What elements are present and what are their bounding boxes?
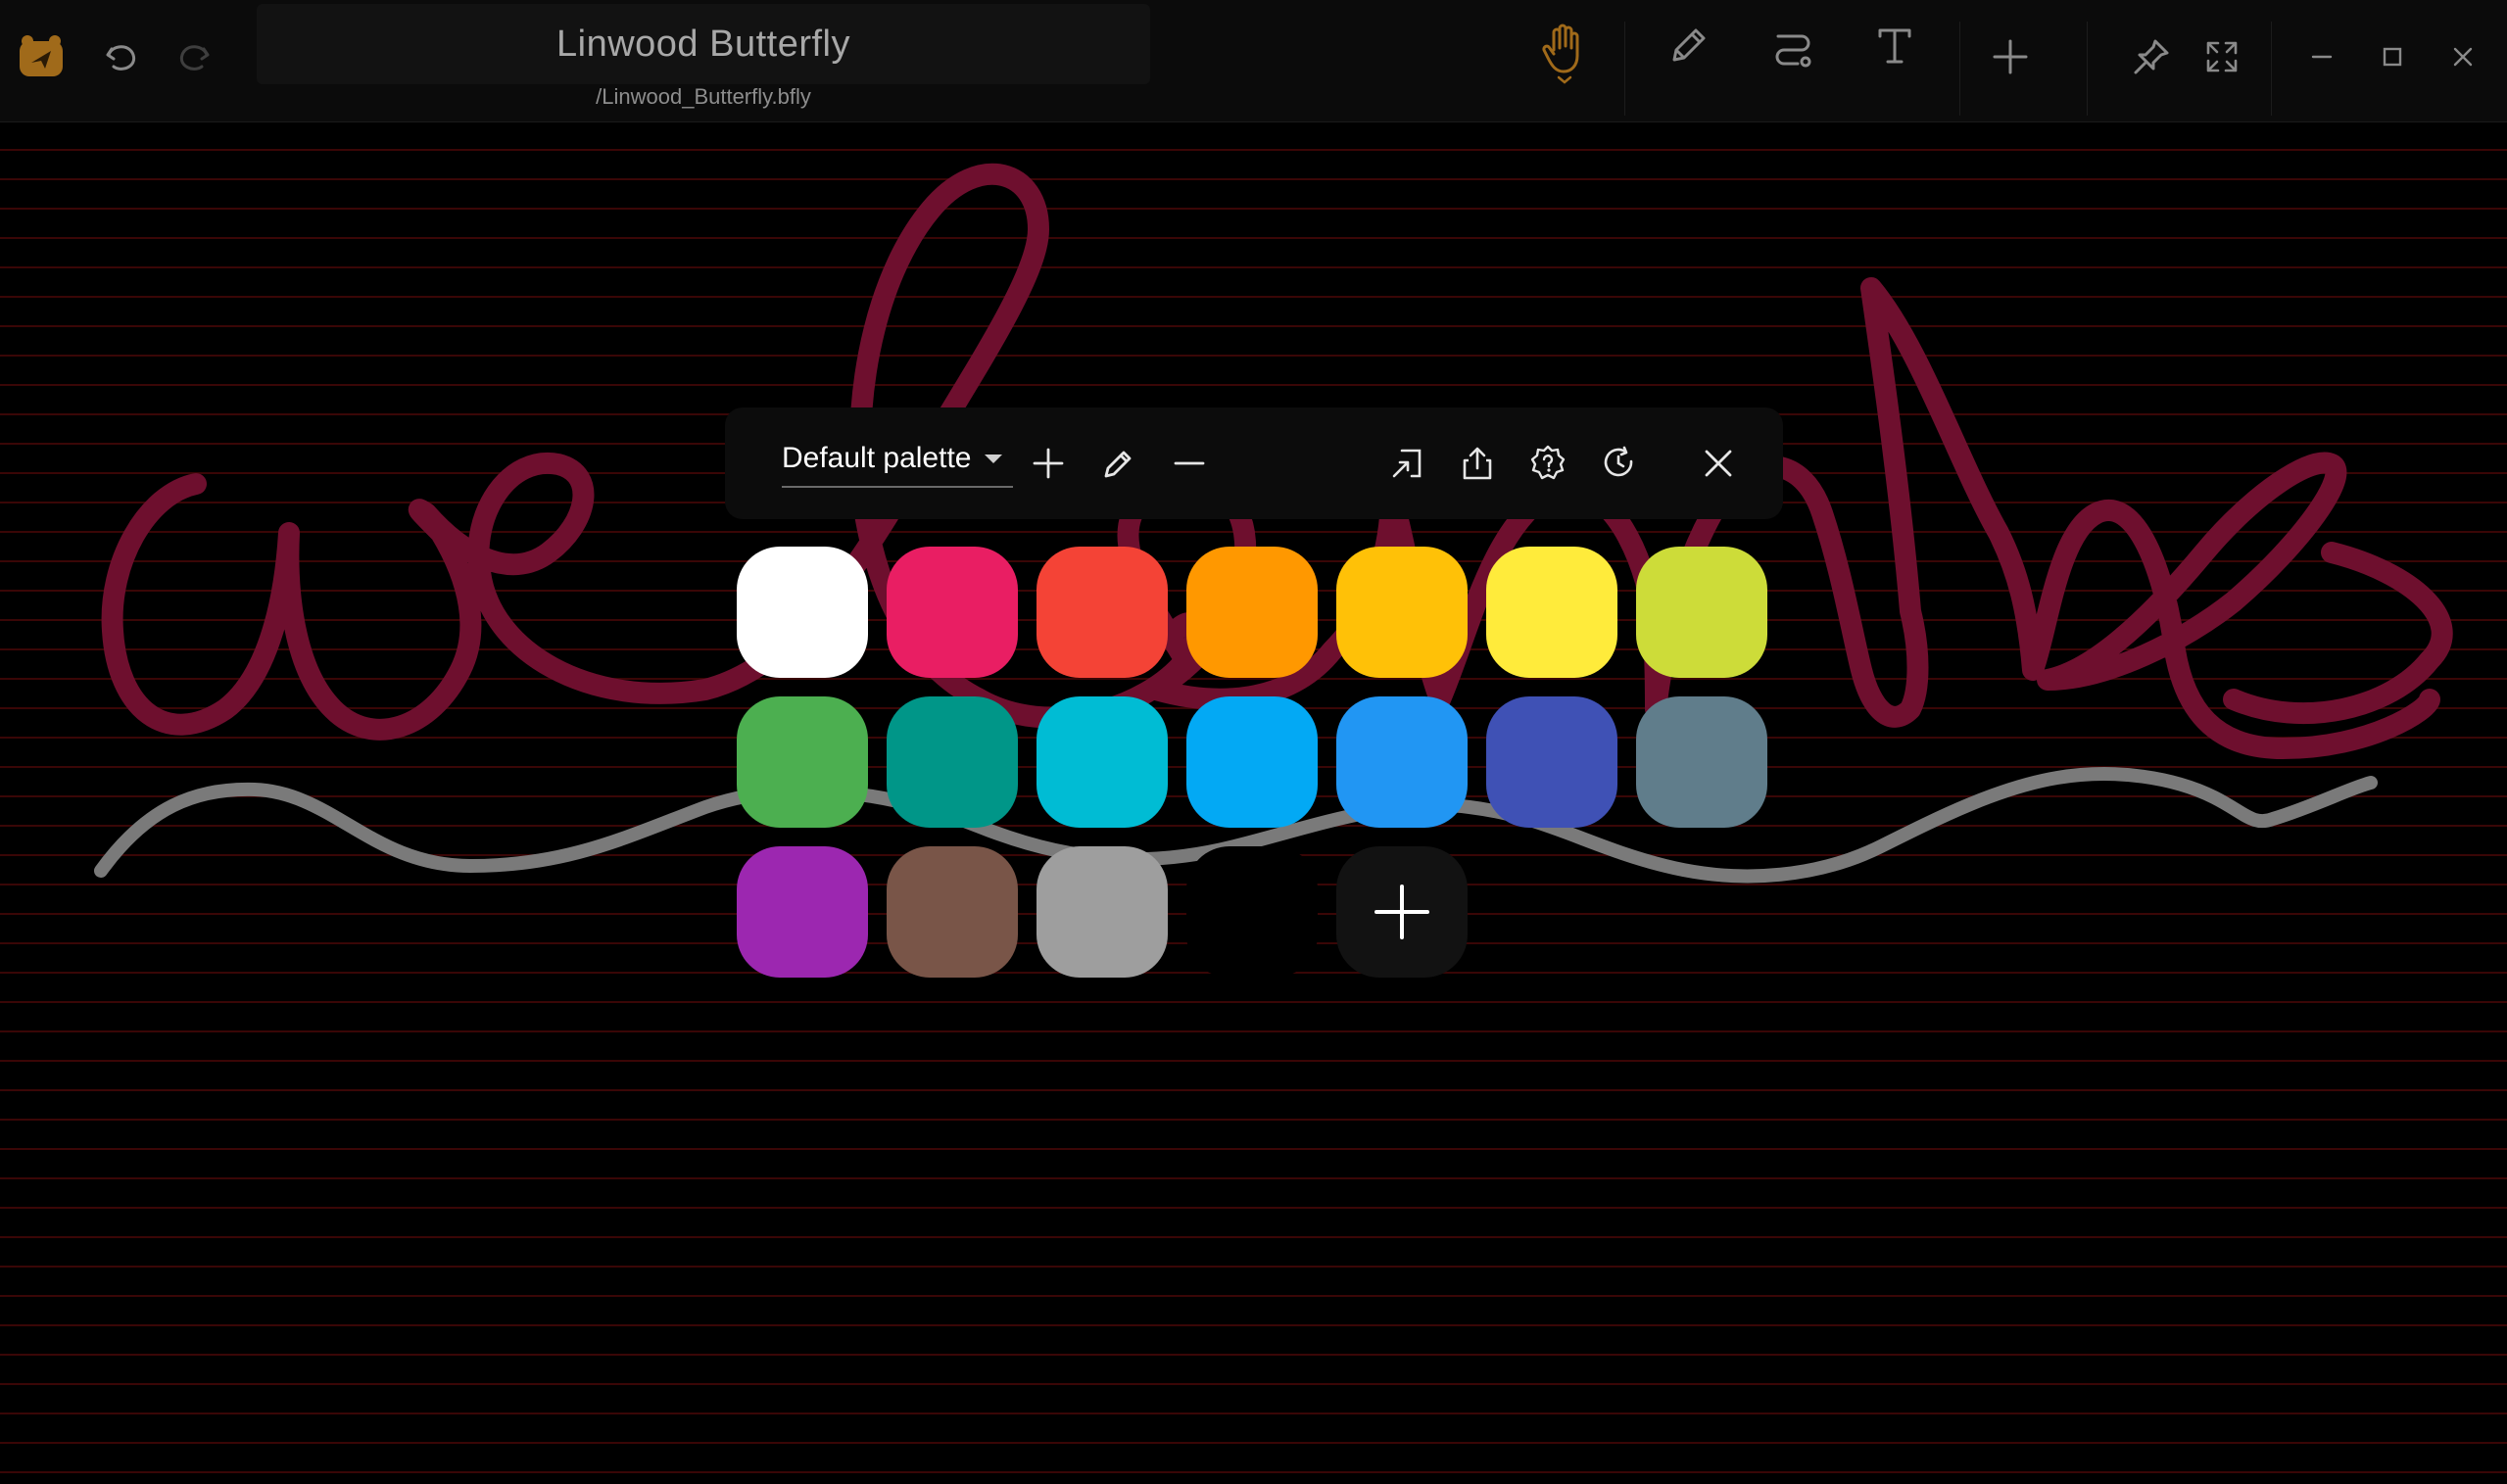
import-palette-button[interactable] bbox=[1377, 434, 1436, 493]
pin-button[interactable] bbox=[2112, 18, 2191, 96]
app-window: Linwood Butterfly /Linwood_Butterfly.bfl… bbox=[0, 0, 2507, 1484]
color-swatch[interactable] bbox=[737, 547, 868, 678]
toolbar-divider bbox=[1624, 22, 1625, 116]
close-window-button[interactable] bbox=[2424, 18, 2502, 96]
export-icon bbox=[1463, 447, 1492, 480]
palette-name: Default palette bbox=[782, 442, 972, 474]
document-title-text: Linwood Butterfly bbox=[556, 23, 850, 65]
undo-icon bbox=[106, 45, 136, 71]
color-palette-toolbar: Default palette bbox=[725, 407, 1783, 519]
remove-palette-button[interactable] bbox=[1160, 434, 1219, 493]
pen-icon bbox=[1672, 28, 1706, 62]
color-swatch[interactable] bbox=[887, 846, 1018, 978]
text-icon bbox=[1878, 28, 1911, 64]
color-swatch[interactable] bbox=[1037, 696, 1168, 828]
export-palette-button[interactable] bbox=[1448, 434, 1507, 493]
close-palette-button[interactable] bbox=[1689, 434, 1748, 493]
color-swatch[interactable] bbox=[887, 696, 1018, 828]
caret-down-icon bbox=[985, 454, 1003, 463]
text-tool-button[interactable] bbox=[1856, 6, 1934, 84]
add-tool-button[interactable] bbox=[1971, 18, 2049, 96]
undo-button[interactable] bbox=[82, 18, 161, 96]
plus-icon bbox=[1374, 885, 1429, 939]
toolbar-divider bbox=[1959, 22, 1960, 116]
close-icon bbox=[1705, 450, 1732, 477]
color-swatch[interactable] bbox=[1037, 547, 1168, 678]
toolbar-divider bbox=[2271, 22, 2272, 116]
color-swatch[interactable] bbox=[737, 846, 868, 978]
edit-icon bbox=[1104, 451, 1132, 478]
redo-button[interactable] bbox=[155, 18, 233, 96]
app-logo-icon[interactable] bbox=[2, 18, 80, 96]
add-color-button[interactable] bbox=[1336, 846, 1468, 978]
maximize-button[interactable] bbox=[2353, 18, 2432, 96]
document-title[interactable]: Linwood Butterfly bbox=[257, 4, 1150, 84]
minimize-icon bbox=[2311, 55, 2333, 59]
color-swatch[interactable] bbox=[1336, 696, 1468, 828]
top-app-bar: Linwood Butterfly /Linwood_Butterfly.bfl… bbox=[0, 0, 2507, 122]
add-icon bbox=[1993, 39, 2028, 74]
fullscreen-icon bbox=[2206, 41, 2238, 72]
pen-tool-button[interactable] bbox=[1650, 6, 1728, 84]
reset-icon bbox=[1604, 446, 1633, 477]
color-swatch[interactable] bbox=[1486, 696, 1617, 828]
palette-selector[interactable]: Default palette bbox=[782, 431, 1013, 488]
maximize-icon bbox=[2383, 47, 2402, 67]
add-palette-button[interactable] bbox=[1019, 434, 1078, 493]
toolbar-divider bbox=[2087, 22, 2088, 116]
minimize-button[interactable] bbox=[2283, 18, 2361, 96]
import-icon bbox=[1392, 449, 1422, 478]
edit-palette-button[interactable] bbox=[1089, 434, 1148, 493]
hand-tool-button[interactable] bbox=[1526, 14, 1605, 92]
redo-icon bbox=[179, 45, 210, 71]
fullscreen-button[interactable] bbox=[2183, 18, 2261, 96]
pin-icon bbox=[2134, 39, 2169, 74]
color-swatch[interactable] bbox=[737, 696, 868, 828]
settings-help-icon bbox=[1530, 445, 1566, 480]
hand-icon bbox=[1542, 24, 1579, 84]
color-swatch[interactable] bbox=[1336, 547, 1468, 678]
path-icon bbox=[1775, 34, 1811, 68]
document-path: /Linwood_Butterfly.bfly bbox=[596, 84, 811, 109]
color-swatch[interactable] bbox=[1037, 846, 1168, 978]
color-swatch[interactable] bbox=[1486, 547, 1617, 678]
color-swatch[interactable] bbox=[1636, 547, 1767, 678]
color-swatch[interactable] bbox=[1636, 696, 1767, 828]
add-icon bbox=[1033, 448, 1064, 479]
reset-palette-button[interactable] bbox=[1589, 434, 1648, 493]
color-swatch[interactable] bbox=[1186, 696, 1318, 828]
path-tool-button[interactable] bbox=[1754, 8, 1832, 86]
remove-icon bbox=[1174, 461, 1205, 465]
palette-settings-help-button[interactable] bbox=[1519, 434, 1577, 493]
color-swatch[interactable] bbox=[1186, 846, 1318, 978]
color-swatch[interactable] bbox=[1186, 547, 1318, 678]
color-swatch[interactable] bbox=[887, 547, 1018, 678]
close-icon bbox=[2453, 47, 2473, 67]
